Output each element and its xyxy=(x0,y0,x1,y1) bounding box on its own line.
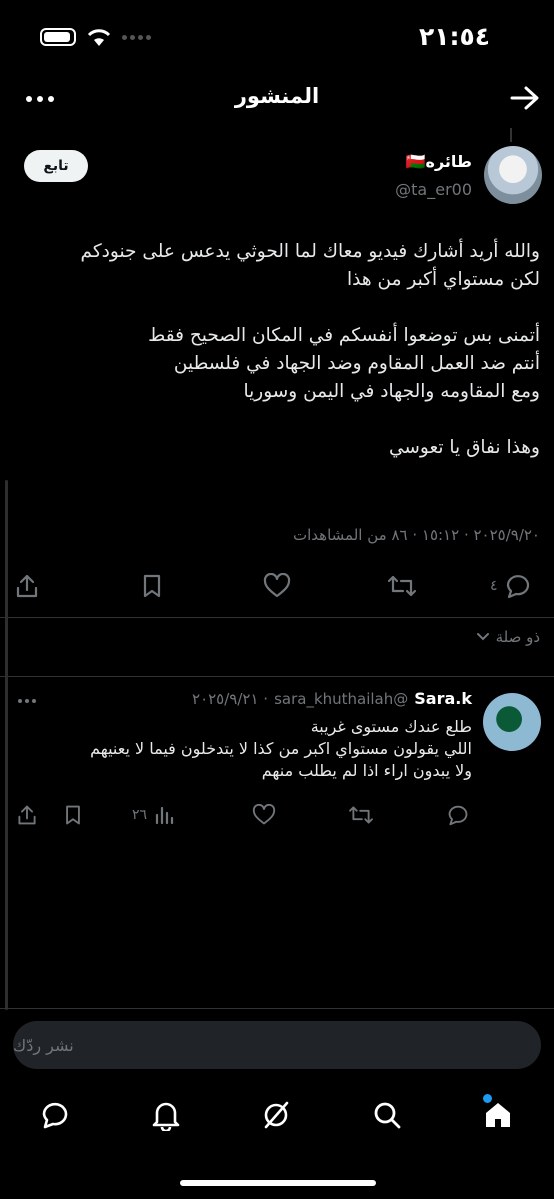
bell-icon xyxy=(152,1102,180,1131)
bookmark-icon xyxy=(66,805,80,825)
follow-button[interactable]: تابع xyxy=(24,150,88,182)
post-screen: ٢١:٥٤ المنشور تابع طائره🇴🇲 @ta_er00 والل… xyxy=(0,0,554,1199)
reply-share-button[interactable] xyxy=(16,800,38,830)
views-count: ٢٦ xyxy=(132,807,148,823)
like-button[interactable] xyxy=(263,568,291,604)
nav-messages[interactable] xyxy=(38,1098,72,1132)
post-action-bar: ٤ xyxy=(0,568,554,604)
reply-input-placeholder: نشر ردّك xyxy=(13,1035,74,1055)
bottom-nav xyxy=(0,1090,554,1140)
reply-views[interactable]: ٢٦ xyxy=(132,800,175,830)
divider xyxy=(0,617,554,618)
wifi-icon xyxy=(87,29,111,46)
author-avatar[interactable] xyxy=(484,146,542,204)
divider xyxy=(0,1008,554,1009)
reply-avatar[interactable] xyxy=(483,693,541,751)
status-time: ٢١:٥٤ xyxy=(418,22,490,51)
page-title: المنشور xyxy=(234,84,320,108)
reply-reply-button[interactable] xyxy=(446,800,470,830)
grok-icon xyxy=(264,1101,289,1129)
battery-icon xyxy=(40,28,76,46)
reply-repost-button[interactable] xyxy=(348,800,374,830)
message-icon xyxy=(42,1102,68,1129)
reply-bookmark-button[interactable] xyxy=(62,800,84,830)
author-name[interactable]: طائره🇴🇲 xyxy=(406,152,472,171)
heart-icon xyxy=(263,573,291,598)
back-arrow-icon[interactable] xyxy=(510,85,540,111)
share-button[interactable] xyxy=(14,568,40,604)
repost-button[interactable] xyxy=(387,568,417,604)
nav-notifications[interactable] xyxy=(149,1098,183,1132)
reply-like-button[interactable] xyxy=(252,800,276,830)
repost-icon xyxy=(387,575,417,597)
repost-icon xyxy=(349,806,373,824)
views-icon xyxy=(155,806,174,825)
reply-icon xyxy=(448,805,468,826)
thread-line xyxy=(510,128,512,142)
share-icon xyxy=(18,805,36,825)
related-label: ذو صلة xyxy=(495,628,540,646)
notification-dot-icon xyxy=(483,1094,492,1103)
nav-search[interactable] xyxy=(370,1098,404,1132)
reply-more-button[interactable] xyxy=(18,699,38,707)
author-handle[interactable]: @ta_er00 xyxy=(395,180,472,199)
post-meta: ٢٠٢٥/٩/٢٠ · ١٥:١٢ · ٨٦ من المشاهدات xyxy=(293,526,540,544)
heart-icon xyxy=(252,804,276,825)
reply-input[interactable]: نشر ردّك xyxy=(13,1021,541,1069)
search-icon xyxy=(374,1102,401,1129)
post-text: والله أريد أشارك فيديو معاك لما الحوثي ي… xyxy=(80,241,540,458)
share-icon xyxy=(16,574,38,598)
home-icon xyxy=(486,1103,510,1127)
reply-count: ٤ xyxy=(490,578,498,594)
more-dot-icon xyxy=(18,699,22,703)
reply-text: طلع عندك مستوى غريبة اللي يقولون مستواي … xyxy=(90,717,472,780)
reply-author-name[interactable]: Sara.k xyxy=(414,689,472,708)
more-dot-icon xyxy=(32,699,36,703)
bookmark-button[interactable] xyxy=(139,568,165,604)
reply-action-bar: ٢٦ xyxy=(0,800,480,830)
signal-icon xyxy=(122,33,152,43)
related-toggle[interactable]: ذو صلة xyxy=(476,628,540,646)
bookmark-icon xyxy=(143,574,161,598)
scrollbar[interactable] xyxy=(5,480,8,1010)
nav-home[interactable] xyxy=(481,1094,515,1132)
reply-header: Sara.k @sara_khuthailah · ٢٠٢٥/٩/٢١ xyxy=(192,689,472,708)
reply-author-handle[interactable]: @sara_khuthailah xyxy=(274,690,408,708)
status-bar: ٢١:٥٤ xyxy=(0,0,554,60)
reply-button[interactable]: ٤ xyxy=(490,568,532,604)
divider xyxy=(0,676,554,677)
reply-date: · ٢٠٢٥/٩/٢١ xyxy=(192,690,269,708)
chevron-down-icon xyxy=(476,633,489,641)
reply-icon xyxy=(506,575,529,599)
nav-grok[interactable] xyxy=(259,1098,293,1132)
more-dot-icon xyxy=(25,699,29,703)
home-indicator[interactable] xyxy=(180,1180,376,1186)
